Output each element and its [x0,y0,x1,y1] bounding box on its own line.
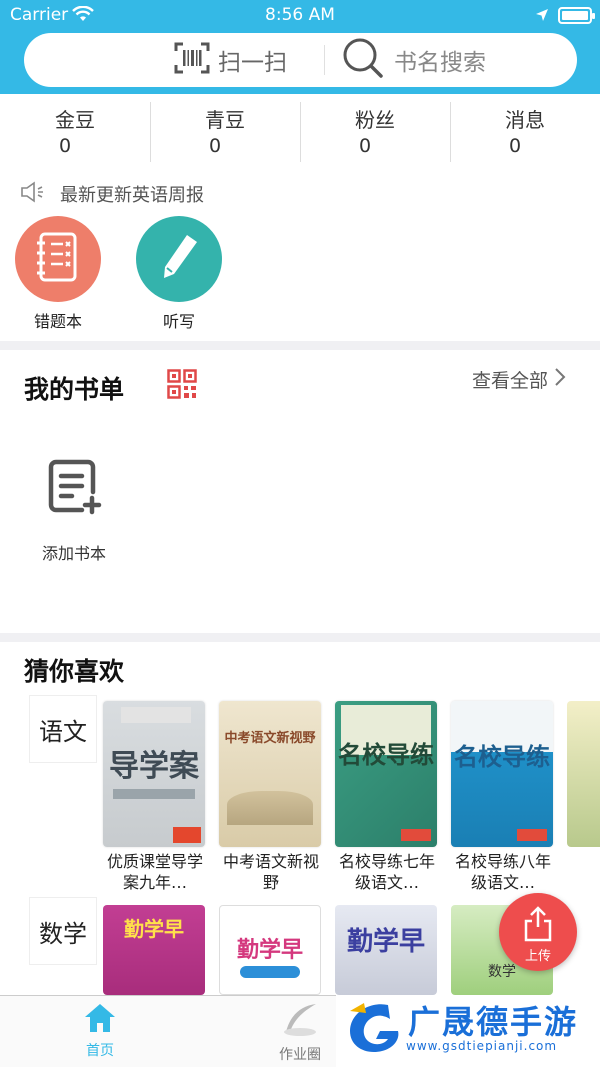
user-stats: 金豆 0 青豆 0 粉丝 0 消息 0 [0,94,600,166]
add-book-button[interactable]: 添加书本 [30,456,118,564]
shortcut-circle [136,216,222,302]
stat-name: 消息 [505,108,545,132]
cover-text: 勤学早 [124,917,184,941]
add-book-label: 添加书本 [41,544,106,563]
book-title: 优质课堂导学案九年… [106,852,203,892]
stat-name: 金豆 [55,108,95,132]
search-divider [324,45,325,75]
book-card[interactable]: 勤学早 [103,905,205,995]
watermark-brand: 广晟德手游 [408,1003,579,1041]
tab-homework-circle[interactable]: 作业圈 [250,1002,350,1064]
dictation-button[interactable]: 听写 [135,216,223,332]
cover-text: 名校导练 [454,743,550,771]
speaker-icon [20,181,46,207]
tab-home[interactable]: 首页 [50,1002,150,1060]
cover-text: 勤学早 [236,938,303,963]
book-cover: 中考语文新视野 [219,701,321,847]
status-time: 8:56 AM [265,5,335,25]
cover-text: 勤学早 [346,927,425,957]
view-all-label: 查看全部 [472,370,549,392]
feather-icon [278,1004,322,1042]
battery-icon [558,7,595,24]
book-card[interactable]: 勤学早 [335,905,437,995]
stat-value: 0 [58,135,72,157]
book-title: 名校导练七年级语文… [338,852,435,892]
section-divider [0,341,600,350]
add-document-icon [46,459,102,522]
search-bar: 扫一扫 书名搜索 [24,33,577,87]
recommend-title: 猜你喜欢 [24,657,125,686]
search-placeholder: 书名搜索 [394,50,486,76]
subject-math[interactable]: 数学 [29,897,97,965]
book-card[interactable]: 勤学早 [219,905,321,995]
stat-green-beans[interactable]: 青豆 0 [150,94,300,166]
stat-value: 0 [358,135,372,157]
announcement-bar[interactable]: 最新更新英语周报 [20,180,204,208]
shortcut-label: 听写 [162,312,195,331]
stat-value: 0 [208,135,222,157]
tab-label: 作业圈 [279,1047,321,1063]
cover-text: 名校导练 [338,741,434,769]
book-title: 名校导练八年级语文… [454,852,551,892]
book-cover: 名校导练 [451,701,553,847]
upload-button[interactable]: 上传 [499,893,577,971]
pencil-icon [157,232,201,286]
tab-label: 首页 [86,1043,114,1059]
book-card-partial[interactable] [567,701,600,847]
stat-value: 0 [508,135,522,157]
stat-name: 粉丝 [355,108,395,132]
location-arrow-icon [535,7,549,27]
subject-chinese[interactable]: 语文 [29,695,97,763]
notebook-icon [35,231,81,287]
scan-button[interactable]: 扫一扫 [174,42,287,78]
app-header: Carrier 8:56 AM 扫一扫 书名搜索 [0,0,600,94]
book-card[interactable]: 名校导练 名校导练八年级语文… [451,701,555,893]
watermark-url: www.gsdtiepianji.com [406,1039,558,1053]
cover-text: 导学案 [109,749,199,784]
book-title: 中考语文新视野 [222,852,319,892]
section-divider [0,633,600,642]
cover-text: 中考语文新视野 [224,731,316,746]
scan-label: 扫一扫 [218,50,287,76]
status-bar: Carrier 8:56 AM [0,0,600,32]
qr-code-icon[interactable] [167,369,197,403]
stat-name: 青豆 [205,108,245,132]
home-icon [83,1004,117,1038]
bottom-tab-bar: 首页 作业圈 [0,995,340,1067]
stat-messages[interactable]: 消息 0 [450,94,600,166]
watermark: 广晟德手游 www.gsdtiepianji.com [336,995,600,1067]
watermark-logo-icon [342,999,404,1063]
book-cover: 名校导练 [335,701,437,847]
book-card[interactable]: 中考语文新视野 中考语文新视野 [219,701,323,893]
chevron-right-icon [554,367,566,392]
my-booklist-title: 我的书单 [24,375,125,404]
stat-gold-beans[interactable]: 金豆 0 [0,94,150,166]
announcement-text: 最新更新英语周报 [60,185,204,206]
view-all-link[interactable]: 查看全部 [472,366,566,393]
shortcut-circle [15,216,101,302]
shortcut-label: 错题本 [33,312,82,331]
wrong-questions-book-button[interactable]: 错题本 [14,216,102,332]
search-icon [342,37,384,83]
book-card[interactable]: 导学案 优质课堂导学案九年… [103,701,207,893]
book-cover: 导学案 [103,701,205,847]
barcode-scan-icon [174,42,210,78]
upload-label: 上传 [524,949,551,964]
stat-fans[interactable]: 粉丝 0 [300,94,450,166]
book-card[interactable]: 名校导练 名校导练七年级语文… [335,701,439,893]
search-input[interactable]: 书名搜索 [342,38,486,79]
